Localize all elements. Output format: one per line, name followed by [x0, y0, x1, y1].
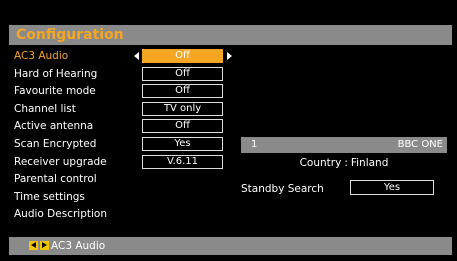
- menu-item-label: Receiver upgrade: [14, 155, 107, 168]
- menu-item-hard-of-hearing[interactable]: Hard of Hearing Off: [14, 66, 234, 84]
- menu-item-label: Hard of Hearing: [14, 67, 98, 80]
- menu-item-value[interactable]: Off: [142, 119, 223, 134]
- country-separator: :: [344, 157, 348, 169]
- menu-item-label: Favourite mode: [14, 85, 96, 98]
- menu-item-value[interactable]: V.6.11: [142, 154, 223, 169]
- menu-item-value[interactable]: Off: [142, 66, 223, 81]
- menu-item-label: Audio Description: [14, 208, 107, 221]
- menu-item-favourite-mode[interactable]: Favourite mode Off: [14, 83, 234, 101]
- menu-item-value[interactable]: Yes: [142, 136, 223, 151]
- menu-item-audio-description[interactable]: Audio Description: [14, 206, 234, 224]
- menu-item-value[interactable]: Off: [142, 84, 223, 99]
- arrow-right-icon[interactable]: [227, 52, 232, 60]
- menu-item-value[interactable]: TV only: [142, 101, 223, 116]
- menu-item-label: Scan Encrypted: [14, 137, 97, 150]
- standby-search-label: Standby Search: [241, 183, 324, 195]
- menu-item-label: Time settings: [14, 190, 85, 203]
- footer-hint: AC3 Audio: [51, 240, 106, 252]
- right-arrow-key-icon: [40, 241, 49, 250]
- menu-item-receiver-upgrade[interactable]: Receiver upgrade V.6.11: [14, 154, 234, 172]
- menu-item-label: Channel list: [14, 102, 76, 115]
- footer-bar: AC3 Audio: [9, 237, 452, 255]
- menu-item-scan-encrypted[interactable]: Scan Encrypted Yes: [14, 136, 234, 154]
- menu-item-time-settings[interactable]: Time settings: [14, 189, 234, 207]
- menu-item-parental-control[interactable]: Parental control: [14, 171, 234, 189]
- country-value: Finland: [350, 157, 389, 169]
- standby-search-value[interactable]: Yes: [350, 180, 434, 195]
- menu-item-label: Parental control: [14, 173, 97, 186]
- channel-info-bar: 1 BBC ONE: [241, 137, 447, 153]
- country-label: Country: [299, 157, 342, 169]
- country-info: Country: Finland: [241, 156, 447, 170]
- menu-item-channel-list[interactable]: Channel list TV only: [14, 101, 234, 119]
- page-title: Configuration: [16, 27, 124, 43]
- menu-item-ac3-audio[interactable]: AC3 Audio Off: [14, 48, 234, 66]
- menu-item-label: AC3 Audio: [14, 50, 69, 62]
- menu-item-active-antenna[interactable]: Active antenna Off: [14, 118, 234, 136]
- settings-menu: AC3 Audio Off Hard of Hearing Off Favour…: [14, 48, 234, 224]
- channel-name: BBC ONE: [397, 139, 443, 150]
- menu-item-label: Active antenna: [14, 120, 94, 133]
- menu-item-value[interactable]: Off: [142, 49, 223, 63]
- channel-number: 1: [251, 139, 258, 150]
- left-arrow-key-icon: [29, 241, 38, 250]
- arrow-left-icon[interactable]: [134, 52, 139, 60]
- header-bar: Configuration: [9, 25, 452, 45]
